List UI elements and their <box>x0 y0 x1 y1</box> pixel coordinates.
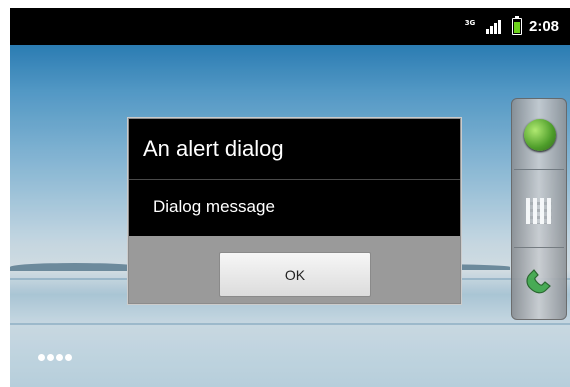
launcher-dock <box>511 98 567 320</box>
dialog-button-bar: OK <box>129 236 460 303</box>
status-time: 2:08 <box>529 18 560 35</box>
browser-globe-icon[interactable] <box>524 119 556 151</box>
phone-dialer-icon[interactable] <box>522 262 558 298</box>
status-bar: 3G 2:08 <box>10 8 570 45</box>
dialog-message-area: Dialog message <box>129 180 460 236</box>
ok-button[interactable]: OK <box>219 252 371 297</box>
dialog-message: Dialog message <box>153 197 275 216</box>
signal-strength-icon <box>486 20 502 34</box>
alert-dialog: An alert dialog Dialog message OK <box>128 118 461 304</box>
network-3g-icon: 3G <box>463 20 477 34</box>
app-launcher-icon[interactable] <box>526 198 552 224</box>
battery-charging-icon <box>512 16 522 35</box>
network-label: 3G <box>464 19 476 27</box>
home-page-indicator <box>38 352 78 362</box>
dialog-title-area: An alert dialog <box>129 119 460 179</box>
phone-screen: 3G 2:08 An alert dialog Dialog message O… <box>10 8 570 387</box>
dialog-title: An alert dialog <box>143 136 284 161</box>
